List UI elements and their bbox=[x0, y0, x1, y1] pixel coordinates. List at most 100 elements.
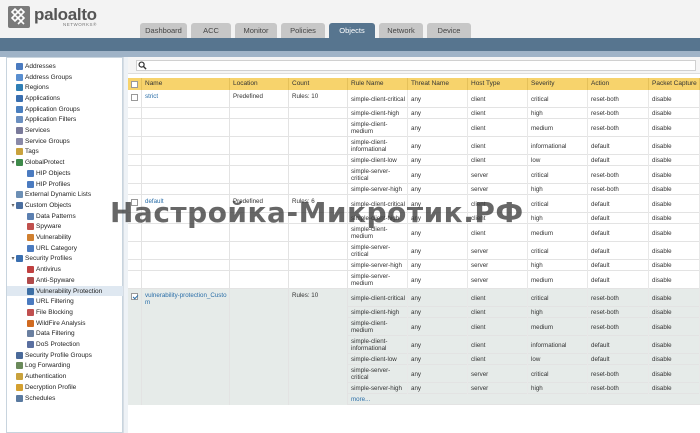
sidebar-item-globalprotect[interactable]: ▾ GlobalProtect bbox=[7, 157, 64, 168]
cell-action: default bbox=[588, 336, 649, 354]
sidebar-item-label: WildFire Analysis bbox=[36, 319, 86, 327]
profile-name-link[interactable]: strict bbox=[145, 93, 228, 100]
cell-packet-capture: disable bbox=[649, 318, 700, 336]
column-header-count[interactable]: Count bbox=[289, 78, 348, 90]
sidebar-item-external-dynamic-lists[interactable]: External Dynamic Lists bbox=[7, 189, 91, 200]
profile-group-default[interactable]: simple-client-critical any client critical d… bbox=[128, 195, 700, 289]
column-header-threat-name[interactable]: Threat Name bbox=[408, 78, 468, 90]
sidebar-item-service-groups[interactable]: Service Groups bbox=[7, 136, 70, 147]
search-bar bbox=[128, 57, 700, 74]
sidebar-item-label: Applications bbox=[25, 94, 61, 102]
profile-name-link[interactable]: default bbox=[145, 198, 228, 205]
sidebar-item-label: Address Groups bbox=[25, 73, 72, 81]
cell-action: reset-both bbox=[588, 184, 649, 195]
sidebar-item-authentication[interactable]: Authentication bbox=[7, 371, 66, 382]
sidebar-item-label: Log Forwarding bbox=[25, 362, 71, 370]
sidebar-item-file-blocking[interactable]: File Blocking bbox=[7, 307, 73, 318]
file-blocking-icon bbox=[27, 308, 34, 316]
sidebar-item-dos-protection[interactable]: DoS Protection bbox=[7, 339, 80, 350]
sidebar-item-data-patterns[interactable]: Data Patterns bbox=[7, 211, 76, 222]
row-checkbox[interactable] bbox=[131, 94, 138, 101]
row-checkbox[interactable] bbox=[131, 293, 138, 300]
select-all-checkbox[interactable] bbox=[131, 80, 138, 88]
tab-objects[interactable]: Objects bbox=[329, 23, 375, 38]
vulnerability-icon bbox=[27, 234, 34, 242]
cell-threat-name: any bbox=[408, 242, 468, 260]
tab-acc[interactable]: ACC bbox=[191, 23, 231, 38]
cell-severity: low bbox=[528, 155, 588, 166]
column-header-packet-capture[interactable]: Packet Capture bbox=[649, 78, 700, 90]
cell-host-type: client bbox=[468, 137, 528, 155]
cell-host-type: server bbox=[468, 184, 528, 195]
profile-group-strict[interactable]: simple-client-critical any client critical r… bbox=[128, 90, 700, 195]
cell-rule-name: simple-server-high bbox=[348, 383, 408, 394]
cell-threat-name: any bbox=[408, 307, 468, 318]
cell-rule-name: simple-server-high bbox=[348, 260, 408, 271]
application-group-icon bbox=[16, 105, 23, 113]
service-group-icon bbox=[16, 137, 23, 145]
sidebar-item-log-forwarding[interactable]: Log Forwarding bbox=[7, 361, 70, 372]
sidebar-item-application-groups[interactable]: Application Groups bbox=[7, 104, 80, 115]
sidebar-item-spyware[interactable]: Spyware bbox=[7, 222, 61, 233]
cell-severity: high bbox=[528, 184, 588, 195]
sidebar-item-decryption-profile[interactable]: Decryption Profile bbox=[7, 382, 76, 393]
tab-dashboard[interactable]: Dashboard bbox=[140, 23, 187, 38]
profile-location: Predefined bbox=[233, 198, 263, 205]
column-header-location[interactable]: Location bbox=[230, 78, 289, 90]
column-header-rule-name[interactable]: Rule Name bbox=[348, 78, 408, 90]
column-header-action[interactable]: Action bbox=[588, 78, 649, 90]
profile-group-vulnerability-protection-custom[interactable]: simple-client-critical any client critical r… bbox=[128, 289, 700, 405]
data-pattern-icon bbox=[27, 212, 34, 220]
sidebar-item-label: Schedules bbox=[25, 394, 56, 402]
cell-action: reset-both bbox=[588, 90, 649, 108]
cell-severity: critical bbox=[528, 90, 588, 108]
row-checkbox[interactable] bbox=[131, 199, 138, 206]
sidebar-item-wildfire-analysis[interactable]: WildFire Analysis bbox=[7, 318, 85, 329]
tab-network[interactable]: Network bbox=[379, 23, 423, 38]
column-header-name[interactable]: Name bbox=[142, 78, 230, 90]
tab-device[interactable]: Device bbox=[427, 23, 471, 38]
cell-action: reset-both bbox=[588, 365, 649, 383]
cell-host-type: client bbox=[468, 213, 528, 224]
cell-location: Predefined bbox=[230, 195, 289, 289]
sidebar-item-addresses[interactable]: Addresses bbox=[7, 61, 56, 72]
sidebar-item-vulnerability[interactable]: Vulnerability bbox=[7, 232, 71, 243]
sidebar-item-antivirus[interactable]: Antivirus bbox=[7, 264, 61, 275]
more-link[interactable]: more... bbox=[348, 394, 468, 405]
sidebar-item-application-filters[interactable]: Application Filters bbox=[7, 115, 76, 126]
search-icon[interactable] bbox=[138, 61, 147, 70]
column-header-severity[interactable]: Severity bbox=[528, 78, 588, 90]
profile-name-link[interactable]: vulnerability-protection_Custom bbox=[145, 292, 228, 306]
sidebar-item-hip-objects[interactable]: HIP Objects bbox=[7, 168, 71, 179]
tab-policies[interactable]: Policies bbox=[281, 23, 325, 38]
cell-threat-name: any bbox=[408, 195, 468, 213]
select-all-header[interactable] bbox=[128, 78, 142, 90]
wildfire-icon bbox=[27, 319, 34, 327]
sidebar-item-data-filtering[interactable]: Data Filtering bbox=[7, 329, 75, 340]
sidebar-item-url-filtering[interactable]: URL Filtering bbox=[7, 296, 74, 307]
sidebar-item-regions[interactable]: Regions bbox=[7, 82, 49, 93]
cell-packet-capture: disable bbox=[649, 119, 700, 137]
sidebar-item-address-groups[interactable]: Address Groups bbox=[7, 72, 72, 83]
sidebar-item-label: Application Filters bbox=[25, 116, 77, 124]
sidebar-item-custom-objects[interactable]: ▾ Custom Objects bbox=[7, 200, 71, 211]
cell-rule-name: simple-server-critical bbox=[348, 242, 408, 260]
sidebar-item-applications[interactable]: Applications bbox=[7, 93, 60, 104]
sidebar-item-security-profiles[interactable]: ▾ Security Profiles bbox=[7, 254, 72, 265]
tab-monitor[interactable]: Monitor bbox=[235, 23, 277, 38]
column-header-host-type[interactable]: Host Type bbox=[468, 78, 528, 90]
address-icon bbox=[16, 62, 23, 70]
cell-severity: informational bbox=[528, 137, 588, 155]
sidebar-item-vulnerability-protection[interactable]: Vulnerability Protection bbox=[7, 285, 123, 297]
sidebar-item-label: External Dynamic Lists bbox=[25, 191, 92, 199]
sidebar-item-tags[interactable]: Tags bbox=[7, 147, 39, 158]
sidebar-item-schedules[interactable]: Schedules bbox=[7, 393, 55, 404]
search-input[interactable] bbox=[136, 60, 696, 71]
sidebar-item-services[interactable]: Services bbox=[7, 125, 50, 136]
cell-rule-name: simple-server-critical bbox=[348, 166, 408, 184]
sidebar-item-hip-profiles[interactable]: HIP Profiles bbox=[7, 179, 70, 190]
sidebar-item-label: GlobalProtect bbox=[25, 159, 65, 167]
sidebar-item-url-category[interactable]: URL Category bbox=[7, 243, 77, 254]
sidebar-item-anti-spyware[interactable]: Anti-Spyware bbox=[7, 275, 75, 286]
sidebar-item-security-profile-groups[interactable]: Security Profile Groups bbox=[7, 350, 92, 361]
